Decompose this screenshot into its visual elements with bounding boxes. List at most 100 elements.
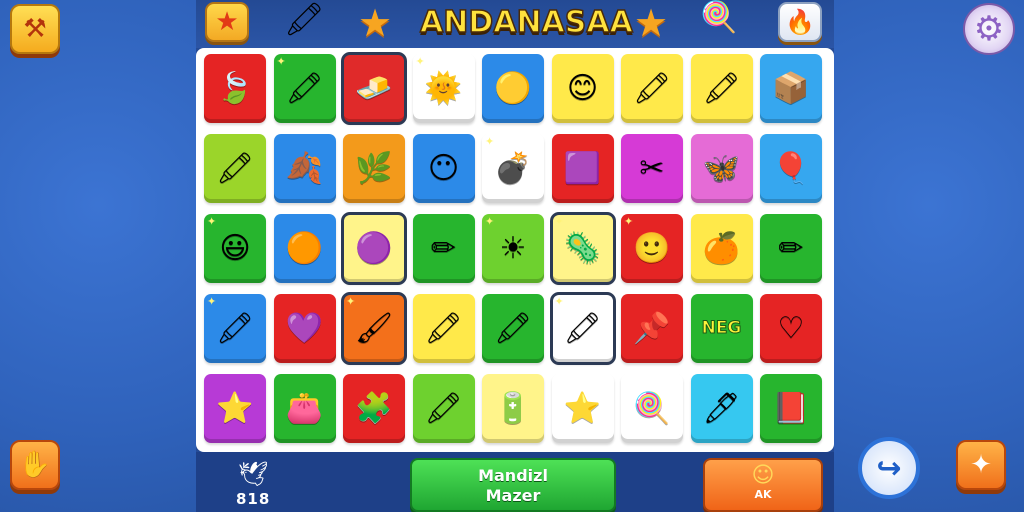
tile-grid: 🍃 ✦ 🖍 🧈 ✦ 🌞 🟡 😊 🖍 🖍 📦 🖍 🍂 🌿 😶 ✦ 💣 🟪 ✂ 🦋 🎈 ✦ 😃 🟠 🟣 ✏ ✦ ☀ ✦ 🦠 ✦ 🙂 🍊 ✏ ✦ 🖍 💜 ✦ 🖌 🖍…: [204, 52, 822, 443]
purple-crayon-icon: 🖍: [285, 70, 324, 106]
star-icon: ★: [634, 1, 669, 45]
tile-marker[interactable]: 🖊: [690, 374, 753, 443]
balloon-icon: 🎈: [772, 150, 810, 186]
tile-book[interactable]: 📕: [760, 374, 822, 443]
puzzle-button[interactable]: ✦: [956, 440, 1006, 490]
sparkle-icon: ✦: [346, 295, 356, 308]
sparkle-icon: ✦: [624, 215, 634, 228]
blue-crayon-icon: 🖍: [632, 70, 672, 106]
tile-violet-crayon-2[interactable]: ✦ 🖍: [549, 292, 616, 365]
book-icon: 📕: [772, 390, 810, 426]
green-germ-icon: 🦠: [563, 230, 602, 266]
tile-red-leaf[interactable]: 🍂: [273, 134, 336, 203]
tile-white-heart[interactable]: ♡: [760, 294, 822, 363]
sparkle-icon: ✦: [554, 215, 564, 228]
gold-ball-icon: 🟡: [494, 70, 532, 106]
trophy-button[interactable]: 🔥: [778, 2, 822, 42]
ok-button[interactable]: ☺ AK: [703, 458, 823, 512]
tile-eraser[interactable]: 🧈: [341, 52, 407, 125]
gear-icon: ⚙: [973, 9, 1005, 49]
tile-pencil-2[interactable]: ✏: [760, 214, 822, 283]
tile-yellow-star[interactable]: ⭐: [204, 374, 266, 443]
yellow-star-icon: ⭐: [216, 390, 254, 426]
tools-icon: ⚒: [23, 14, 47, 44]
orange-face-icon: 😃: [219, 230, 251, 266]
tools-button[interactable]: ⚒: [10, 4, 60, 54]
heart-icon: 💜: [285, 310, 324, 346]
tile-orange-ball[interactable]: 🟠: [273, 214, 336, 283]
tile-pencil[interactable]: ✏: [412, 214, 475, 283]
tile-lollipop[interactable]: 🍭: [621, 374, 683, 443]
lollipop-icon: 🍭: [700, 0, 738, 35]
gold-star-icon: ⭐: [563, 390, 602, 426]
game-board: 🍃 ✦ 🖍 🧈 ✦ 🌞 🟡 😊 🖍 🖍 📦 🖍 🍂 🌿 😶 ✦ 💣 🟪 ✂ 🦋 🎈 ✦ 😃 🟠 🟣 ✏ ✦ ☀ ✦ 🦠 ✦ 🙂 🍊 ✏ ✦ 🖍 💜 ✦ 🖌 🖍…: [196, 48, 834, 452]
crayon-icon: 🖍: [284, 0, 325, 38]
tile-orange-crayon[interactable]: 🖍: [412, 374, 475, 443]
tile-sun-face[interactable]: ✦ 🌞: [412, 54, 475, 123]
tile-violet-crayon[interactable]: 🖍: [690, 54, 753, 123]
tile-heart[interactable]: 💜: [273, 294, 336, 363]
pencil-icon: ✏: [430, 230, 457, 266]
tile-sun[interactable]: ✦ ☀: [482, 214, 544, 283]
tile-bomb[interactable]: ✦ 💣: [482, 134, 544, 203]
star-icon: ★: [358, 1, 393, 45]
bomb-icon: 💣: [494, 150, 532, 186]
orange-ball-icon: 🟠: [285, 230, 324, 266]
tile-blue-crayon-2[interactable]: ✦ 🖍: [204, 294, 266, 363]
white-heart-icon: ♡: [777, 310, 805, 346]
butterfly-icon: 🦋: [702, 150, 741, 186]
hand-button[interactable]: ✋: [10, 440, 60, 490]
tile-blue-crayon-3[interactable]: 🖍: [412, 294, 475, 363]
purple-button-icon: 🟣: [355, 230, 393, 266]
blue-crayon-2-icon: 🖍: [215, 310, 255, 346]
tile-green-capsule[interactable]: 🔋: [482, 374, 544, 443]
score-counter: 818: [236, 490, 271, 508]
tile-purple-crayon[interactable]: ✦ 🖍: [273, 54, 336, 123]
pencil-2-icon: ✏: [778, 230, 804, 266]
tile-orange-face-2[interactable]: 🍊: [690, 214, 753, 283]
tile-butterfly[interactable]: 🦋: [690, 134, 753, 203]
trophy-icon: 🔥: [785, 8, 815, 36]
tile-purse[interactable]: 👛: [273, 374, 336, 443]
tile-brush[interactable]: ✦ 🖌: [341, 292, 407, 365]
tile-purple-gem[interactable]: 🟪: [551, 134, 614, 203]
smiley-icon: ☺: [751, 463, 775, 488]
violet-crayon-icon: 🖍: [702, 70, 741, 106]
tile-orange-face[interactable]: ✦ 😃: [204, 214, 266, 283]
green-action-button[interactable]: Mandizl Mazer: [410, 458, 616, 512]
tile-pin[interactable]: 📌: [621, 294, 683, 363]
lollipop-icon: 🍭: [633, 390, 671, 426]
tile-sprig[interactable]: 🌿: [343, 134, 405, 203]
share-button[interactable]: ↪: [858, 437, 920, 499]
marker-icon: 🖊: [702, 390, 741, 426]
tile-leaf[interactable]: 🍃: [204, 54, 266, 123]
settings-button[interactable]: ⚙: [963, 3, 1015, 55]
sun-icon: ☀: [499, 230, 527, 266]
tile-text: NEG: [701, 318, 742, 338]
sparkle-icon: ✦: [207, 295, 217, 308]
tile-yellow-crayon-2[interactable]: 🖍: [482, 294, 544, 363]
star-button[interactable]: ★: [205, 2, 249, 42]
sparkle-icon: ✦: [415, 55, 425, 68]
right-side-panel: [834, 0, 1024, 512]
bird-icon: 🕊: [238, 460, 269, 488]
tile-green-germ[interactable]: ✦ 🦠: [549, 212, 616, 285]
tile-yellow-crayon[interactable]: 🖍: [204, 134, 266, 203]
tile-blue-crayon[interactable]: 🖍: [621, 54, 683, 123]
tile-gold-ball[interactable]: 🟡: [482, 54, 544, 123]
tile-smile-face[interactable]: 😊: [551, 54, 614, 123]
tile-purple-button[interactable]: 🟣: [341, 212, 407, 285]
tile-scissors[interactable]: ✂: [621, 134, 683, 203]
sprig-icon: 🌿: [355, 150, 393, 186]
green-capsule-icon: 🔋: [494, 390, 532, 426]
tile-balloon[interactable]: 🎈: [760, 134, 822, 203]
tile-gold-star[interactable]: ⭐: [551, 374, 614, 443]
scissors-icon: ✂: [639, 150, 665, 186]
tile-puzzle[interactable]: 🧩: [343, 374, 405, 443]
tile-yellow-face[interactable]: ✦ 🙂: [621, 214, 683, 283]
red-leaf-icon: 🍂: [285, 150, 324, 186]
star-icon: ★: [215, 7, 239, 37]
tile-text-tile[interactable]: NEG: [690, 294, 753, 363]
tile-box[interactable]: 📦: [760, 54, 822, 123]
tile-blue-face[interactable]: 😶: [412, 134, 475, 203]
